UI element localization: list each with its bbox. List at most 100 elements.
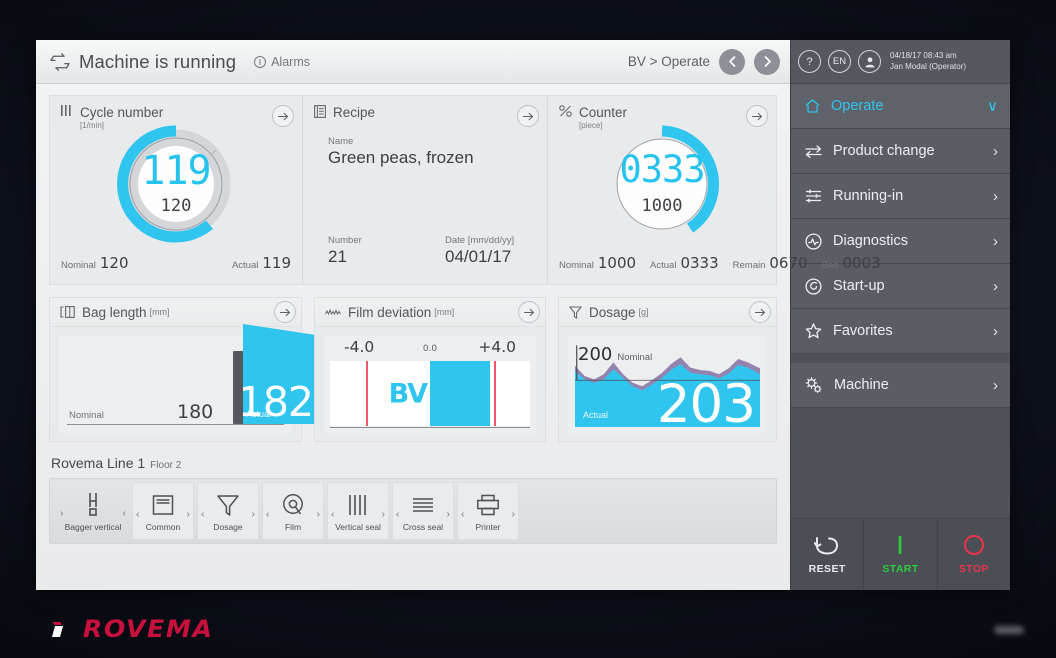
reset-label: RESET — [808, 563, 846, 575]
chevron-right-icon[interactable]: › — [317, 509, 320, 520]
module-label: Printer — [475, 522, 501, 532]
brand-name: ROVEMA — [82, 615, 214, 643]
chevron-left-icon[interactable]: ‹ — [201, 509, 204, 520]
machine-module-film[interactable]: ‹ › Film — [262, 482, 324, 540]
bag-length-chart: Actual 182 Nominal 180 — [67, 324, 316, 425]
film-deviation-detail-button[interactable] — [518, 301, 540, 323]
recipe-name-field: Name Green peas, frozen — [328, 136, 474, 168]
bag-nominal-label: Nominal — [69, 410, 104, 421]
user-info: 04/18/17 08:43 am Jan Modal (Operator) — [890, 51, 966, 73]
film-min-label: -4.0 — [344, 338, 375, 356]
card-bag-length[interactable]: Bag length [mm] Actual 182 Nominal 180 — [49, 297, 316, 442]
chevron-left-icon[interactable]: ‹ — [461, 509, 464, 520]
home-icon — [805, 99, 820, 113]
sidebar-item-product-change[interactable]: Product change › — [791, 129, 1010, 174]
cross-seal-icon — [411, 490, 435, 520]
sidebar-item-operate[interactable]: Operate ∨ — [791, 84, 1010, 129]
stop-button[interactable]: STOP — [938, 519, 1010, 590]
sidebar-item-machine[interactable]: Machine › — [791, 363, 1010, 408]
machine-module-dosage[interactable]: ‹ › Dosage — [197, 482, 259, 540]
bag-length-detail-button[interactable] — [274, 301, 296, 323]
alarms-label: Alarms — [271, 54, 310, 69]
module-label: Film — [284, 522, 302, 532]
sidebar-item-favorites[interactable]: Favorites › — [791, 309, 1010, 354]
card-unit: [mm] — [434, 307, 455, 317]
cycle-gauge: 119 120 — [50, 120, 302, 250]
help-button[interactable]: ? — [798, 50, 821, 73]
chevron-down-icon: ∨ — [987, 97, 998, 115]
cycle-nominal: Nominal 120 — [61, 254, 129, 272]
counter-bad-label: Bad — [821, 260, 839, 271]
dosage-detail-button[interactable] — [749, 301, 771, 323]
film-deviation-chart: BV — [330, 361, 530, 426]
card-film-deviation[interactable]: Film deviation [mm] -4.0 0.0 +4.0 BV — [314, 297, 546, 442]
machine-module-printer[interactable]: ‹ › Printer — [457, 482, 519, 540]
counter-gauge-value: 0333 — [619, 148, 705, 191]
chevron-right-icon[interactable]: › — [382, 509, 385, 520]
gears-icon — [805, 376, 822, 393]
bars-icon — [61, 105, 71, 116]
chevron-right-icon[interactable]: › — [252, 509, 255, 520]
cycle-nominal-label: Nominal — [61, 260, 96, 271]
right-sidebar: ? EN 04/18/17 08:43 am Jan Modal (Operat… — [790, 40, 1010, 590]
start-bar-icon — [899, 536, 902, 554]
language-button[interactable]: EN — [828, 50, 851, 73]
chevron-right-icon: › — [993, 142, 998, 160]
nav-prev-button[interactable] — [719, 48, 745, 75]
card-recipe[interactable]: Recipe Name Green peas, frozen Number 21… — [303, 96, 548, 284]
chevron-right-icon: › — [993, 232, 998, 250]
sidebar-item-label: Running-in — [833, 188, 904, 204]
counter-remain-value: 0670 — [769, 254, 808, 272]
corner-indicator — [994, 626, 1024, 634]
chevron-left-icon[interactable]: ‹ — [396, 509, 399, 520]
chevron-right-icon[interactable]: › — [512, 509, 515, 520]
card-counter[interactable]: Counter [piece] 0333 1000 Nominal 1000 A… — [548, 96, 881, 284]
bag-nominal-bar — [233, 350, 243, 425]
chevron-right-icon[interactable]: › — [60, 508, 63, 519]
counter-gauge-sub: 1000 — [641, 196, 683, 216]
sidebar-item-running-in[interactable]: Running-in › — [791, 174, 1010, 219]
machine-module-strip: › ‹ Bagger vertical ‹ › Common ‹ › Dosag… — [49, 478, 777, 544]
undo-arrow-icon — [814, 537, 839, 555]
chevron-left-icon[interactable]: ‹ — [266, 509, 269, 520]
machine-module-vertical-seal[interactable]: ‹ › Vertical seal — [327, 482, 389, 540]
recipe-detail-button[interactable] — [517, 105, 539, 127]
chevron-left-icon[interactable]: ‹ — [331, 509, 334, 520]
machine-module-bagger-vertical[interactable]: › ‹ Bagger vertical — [57, 482, 129, 540]
card-title: Film deviation — [348, 304, 432, 320]
recipe-date-label: Date [mm/dd/yy] — [445, 235, 515, 246]
machine-module-common[interactable]: ‹ › Common — [132, 482, 194, 540]
machine-line-subtitle: Floor 2 — [150, 460, 182, 471]
start-label: START — [882, 563, 919, 575]
chevron-right-icon[interactable]: › — [447, 509, 450, 520]
alarms-button[interactable]: Alarms — [254, 55, 310, 69]
sidebar-item-label: Operate — [831, 98, 884, 114]
cycle-actual-label: Actual — [231, 260, 259, 271]
chevron-right-icon[interactable]: › — [187, 509, 190, 520]
card-dosage[interactable]: Dosage [g] 200 Nominal Actual 203 — [558, 297, 777, 442]
sidebar-divider — [791, 354, 1010, 363]
cycle-actual-value: 119 — [262, 254, 291, 272]
language-label: EN — [832, 56, 847, 67]
card-unit: [mm] — [149, 307, 170, 317]
user-button[interactable] — [858, 50, 881, 73]
start-button[interactable]: START — [864, 519, 938, 590]
bagger-vertical-icon — [83, 490, 103, 520]
film-lower-limit-line — [366, 361, 368, 426]
dosage-nominal: 200 Nominal — [578, 344, 652, 365]
dashboard-content: Cycle number [1/min] 119 120 Nominal 120… — [36, 84, 881, 590]
chevron-left-icon[interactable]: ‹ — [136, 509, 139, 520]
help-icon: ? — [806, 55, 813, 68]
card-cycle-number[interactable]: Cycle number [1/min] 119 120 Nominal 120… — [50, 96, 303, 284]
chevron-right-icon: › — [993, 376, 998, 394]
machine-module-cross-seal[interactable]: ‹ › Cross seal — [392, 482, 454, 540]
card-unit: [g] — [638, 307, 649, 317]
nav-next-button[interactable] — [754, 48, 780, 75]
reset-button[interactable]: RESET — [791, 519, 865, 590]
arrow-right-icon — [522, 112, 533, 120]
recycle-icon — [50, 52, 70, 71]
film-mid-label: 0.0 — [422, 344, 438, 354]
chevron-right-icon: › — [993, 187, 998, 205]
chevron-left-icon[interactable]: ‹ — [123, 508, 126, 519]
breadcrumb: BV > Operate — [627, 54, 710, 69]
